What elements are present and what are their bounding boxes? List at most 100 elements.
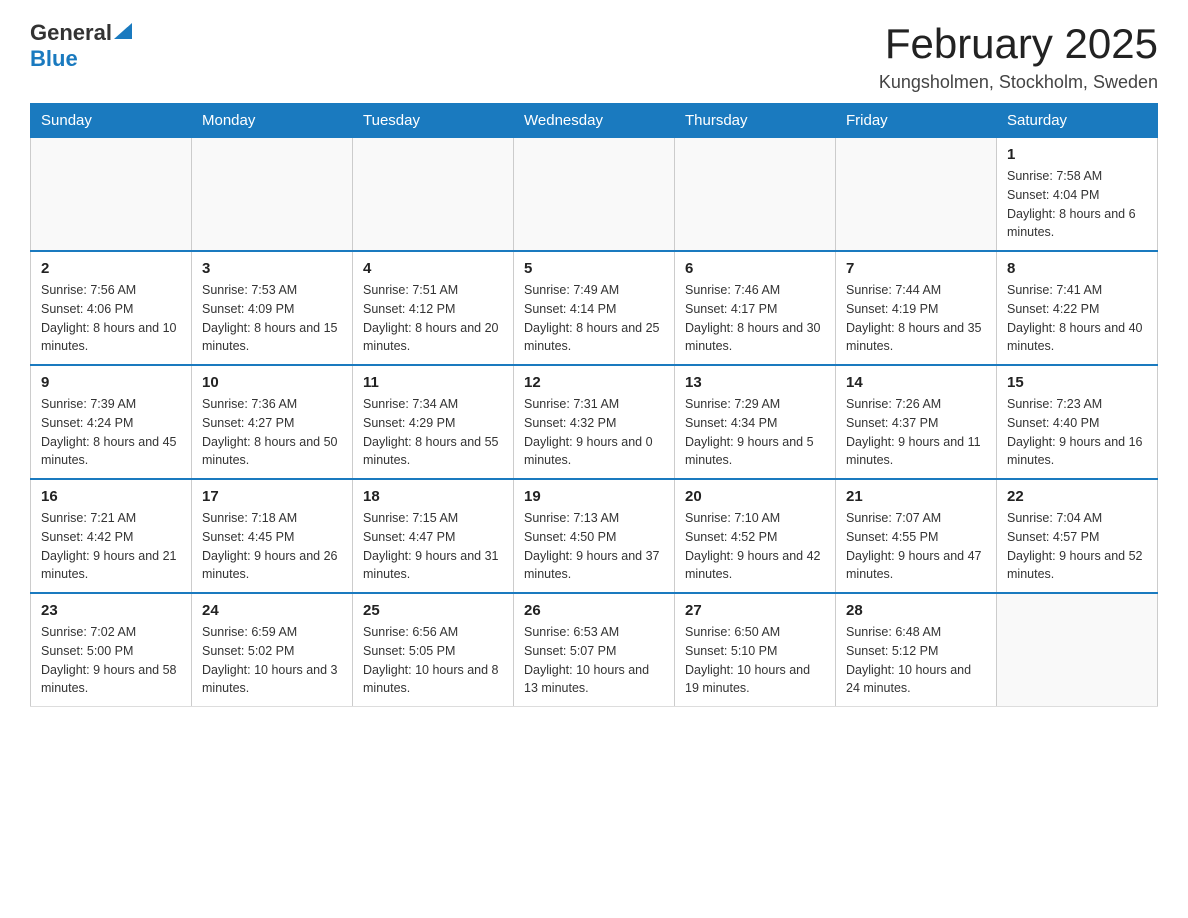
day-number: 6 <box>685 260 825 277</box>
calendar-day-cell: 27 Sunrise: 6:50 AM Sunset: 5:10 PM Dayli… <box>675 593 836 707</box>
calendar-day-cell: 2 Sunrise: 7:56 AM Sunset: 4:06 PM Daylig… <box>31 251 192 365</box>
calendar-day-cell <box>192 138 353 252</box>
calendar-day-cell: 24 Sunrise: 6:59 AM Sunset: 5:02 PM Dayli… <box>192 593 353 707</box>
day-info: Sunrise: 6:53 AM Sunset: 5:07 PM Dayligh… <box>524 623 664 698</box>
calendar-week-row: 16 Sunrise: 7:21 AM Sunset: 4:42 PM Dayli… <box>31 479 1158 593</box>
day-info: Sunrise: 7:53 AM Sunset: 4:09 PM Dayligh… <box>202 281 342 356</box>
day-info: Sunrise: 7:31 AM Sunset: 4:32 PM Dayligh… <box>524 395 664 470</box>
day-number: 16 <box>41 488 181 505</box>
calendar-day-cell <box>997 593 1158 707</box>
day-info: Sunrise: 7:36 AM Sunset: 4:27 PM Dayligh… <box>202 395 342 470</box>
day-info: Sunrise: 6:56 AM Sunset: 5:05 PM Dayligh… <box>363 623 503 698</box>
calendar-day-cell: 14 Sunrise: 7:26 AM Sunset: 4:37 PM Dayli… <box>836 365 997 479</box>
day-info: Sunrise: 7:46 AM Sunset: 4:17 PM Dayligh… <box>685 281 825 356</box>
day-number: 13 <box>685 374 825 391</box>
calendar-week-row: 23 Sunrise: 7:02 AM Sunset: 5:00 PM Dayli… <box>31 593 1158 707</box>
weekday-header-thursday: Thursday <box>675 104 836 138</box>
day-number: 3 <box>202 260 342 277</box>
calendar-day-cell: 11Sunrise: 7:34 AM Sunset: 4:29 PM Dayli… <box>353 365 514 479</box>
page-header: General Blue February 2025 Kungsholmen, … <box>30 20 1158 93</box>
day-info: Sunrise: 7:15 AM Sunset: 4:47 PM Dayligh… <box>363 509 503 584</box>
day-info: Sunrise: 7:23 AM Sunset: 4:40 PM Dayligh… <box>1007 395 1147 470</box>
day-info: Sunrise: 7:44 AM Sunset: 4:19 PM Dayligh… <box>846 281 986 356</box>
day-number: 4 <box>363 260 503 277</box>
calendar-day-cell: 19 Sunrise: 7:13 AM Sunset: 4:50 PM Dayli… <box>514 479 675 593</box>
day-info: Sunrise: 7:18 AM Sunset: 4:45 PM Dayligh… <box>202 509 342 584</box>
weekday-header-wednesday: Wednesday <box>514 104 675 138</box>
calendar-day-cell: 12 Sunrise: 7:31 AM Sunset: 4:32 PM Dayli… <box>514 365 675 479</box>
calendar-day-cell: 18 Sunrise: 7:15 AM Sunset: 4:47 PM Dayli… <box>353 479 514 593</box>
calendar-day-cell: 21 Sunrise: 7:07 AM Sunset: 4:55 PM Dayli… <box>836 479 997 593</box>
day-info: Sunrise: 7:51 AM Sunset: 4:12 PM Dayligh… <box>363 281 503 356</box>
day-info: Sunrise: 7:58 AM Sunset: 4:04 PM Dayligh… <box>1007 167 1147 242</box>
calendar-week-row: 9 Sunrise: 7:39 AM Sunset: 4:24 PM Daylig… <box>31 365 1158 479</box>
calendar-day-cell: 8Sunrise: 7:41 AM Sunset: 4:22 PM Daylig… <box>997 251 1158 365</box>
title-area: February 2025 Kungsholmen, Stockholm, Sw… <box>879 20 1158 93</box>
day-info: Sunrise: 6:48 AM Sunset: 5:12 PM Dayligh… <box>846 623 986 698</box>
day-number: 21 <box>846 488 986 505</box>
calendar-day-cell <box>31 138 192 252</box>
calendar-day-cell: 6 Sunrise: 7:46 AM Sunset: 4:17 PM Daylig… <box>675 251 836 365</box>
weekday-header-tuesday: Tuesday <box>353 104 514 138</box>
calendar-day-cell: 7 Sunrise: 7:44 AM Sunset: 4:19 PM Daylig… <box>836 251 997 365</box>
calendar-day-cell: 1 Sunrise: 7:58 AM Sunset: 4:04 PM Daylig… <box>997 138 1158 252</box>
logo-general-text: General <box>30 20 112 46</box>
logo-triangle-icon <box>114 23 132 39</box>
day-number: 9 <box>41 374 181 391</box>
calendar-day-cell: 16 Sunrise: 7:21 AM Sunset: 4:42 PM Dayli… <box>31 479 192 593</box>
day-info: Sunrise: 7:21 AM Sunset: 4:42 PM Dayligh… <box>41 509 181 584</box>
day-info: Sunrise: 7:10 AM Sunset: 4:52 PM Dayligh… <box>685 509 825 584</box>
day-number: 7 <box>846 260 986 277</box>
day-info: Sunrise: 6:50 AM Sunset: 5:10 PM Dayligh… <box>685 623 825 698</box>
day-number: 22 <box>1007 488 1147 505</box>
weekday-header-sunday: Sunday <box>31 104 192 138</box>
calendar-day-cell: 25 Sunrise: 6:56 AM Sunset: 5:05 PM Dayli… <box>353 593 514 707</box>
day-info: Sunrise: 7:07 AM Sunset: 4:55 PM Dayligh… <box>846 509 986 584</box>
day-number: 27 <box>685 602 825 619</box>
day-number: 2 <box>41 260 181 277</box>
weekday-header-saturday: Saturday <box>997 104 1158 138</box>
day-info: Sunrise: 7:13 AM Sunset: 4:50 PM Dayligh… <box>524 509 664 584</box>
day-info: Sunrise: 7:29 AM Sunset: 4:34 PM Dayligh… <box>685 395 825 470</box>
weekday-header-monday: Monday <box>192 104 353 138</box>
day-number: 25 <box>363 602 503 619</box>
calendar-table: SundayMondayTuesdayWednesdayThursdayFrid… <box>30 103 1158 707</box>
day-number: 26 <box>524 602 664 619</box>
weekday-header-row: SundayMondayTuesdayWednesdayThursdayFrid… <box>31 104 1158 138</box>
logo: General Blue <box>30 20 132 72</box>
calendar-day-cell: 10 Sunrise: 7:36 AM Sunset: 4:27 PM Dayli… <box>192 365 353 479</box>
day-info: Sunrise: 7:34 AM Sunset: 4:29 PM Dayligh… <box>363 395 503 470</box>
calendar-day-cell: 20Sunrise: 7:10 AM Sunset: 4:52 PM Dayli… <box>675 479 836 593</box>
calendar-day-cell: 13 Sunrise: 7:29 AM Sunset: 4:34 PM Dayli… <box>675 365 836 479</box>
day-number: 17 <box>202 488 342 505</box>
day-number: 18 <box>363 488 503 505</box>
logo-blue-text: Blue <box>30 46 78 72</box>
day-number: 15 <box>1007 374 1147 391</box>
calendar-day-cell: 9 Sunrise: 7:39 AM Sunset: 4:24 PM Daylig… <box>31 365 192 479</box>
day-info: Sunrise: 7:56 AM Sunset: 4:06 PM Dayligh… <box>41 281 181 356</box>
day-info: Sunrise: 7:39 AM Sunset: 4:24 PM Dayligh… <box>41 395 181 470</box>
calendar-day-cell: 28 Sunrise: 6:48 AM Sunset: 5:12 PM Dayli… <box>836 593 997 707</box>
weekday-header-friday: Friday <box>836 104 997 138</box>
day-number: 23 <box>41 602 181 619</box>
calendar-day-cell: 17 Sunrise: 7:18 AM Sunset: 4:45 PM Dayli… <box>192 479 353 593</box>
day-number: 14 <box>846 374 986 391</box>
day-number: 12 <box>524 374 664 391</box>
calendar-day-cell <box>353 138 514 252</box>
calendar-day-cell: 3 Sunrise: 7:53 AM Sunset: 4:09 PM Daylig… <box>192 251 353 365</box>
day-info: Sunrise: 7:02 AM Sunset: 5:00 PM Dayligh… <box>41 623 181 698</box>
day-number: 10 <box>202 374 342 391</box>
day-info: Sunrise: 7:26 AM Sunset: 4:37 PM Dayligh… <box>846 395 986 470</box>
month-title: February 2025 <box>879 20 1158 68</box>
day-number: 1 <box>1007 146 1147 163</box>
day-number: 19 <box>524 488 664 505</box>
day-number: 28 <box>846 602 986 619</box>
day-number: 24 <box>202 602 342 619</box>
calendar-day-cell <box>836 138 997 252</box>
day-info: Sunrise: 7:41 AM Sunset: 4:22 PM Dayligh… <box>1007 281 1147 356</box>
calendar-day-cell <box>514 138 675 252</box>
calendar-day-cell: 26 Sunrise: 6:53 AM Sunset: 5:07 PM Dayli… <box>514 593 675 707</box>
calendar-day-cell: 4 Sunrise: 7:51 AM Sunset: 4:12 PM Daylig… <box>353 251 514 365</box>
day-info: Sunrise: 6:59 AM Sunset: 5:02 PM Dayligh… <box>202 623 342 698</box>
day-number: 5 <box>524 260 664 277</box>
